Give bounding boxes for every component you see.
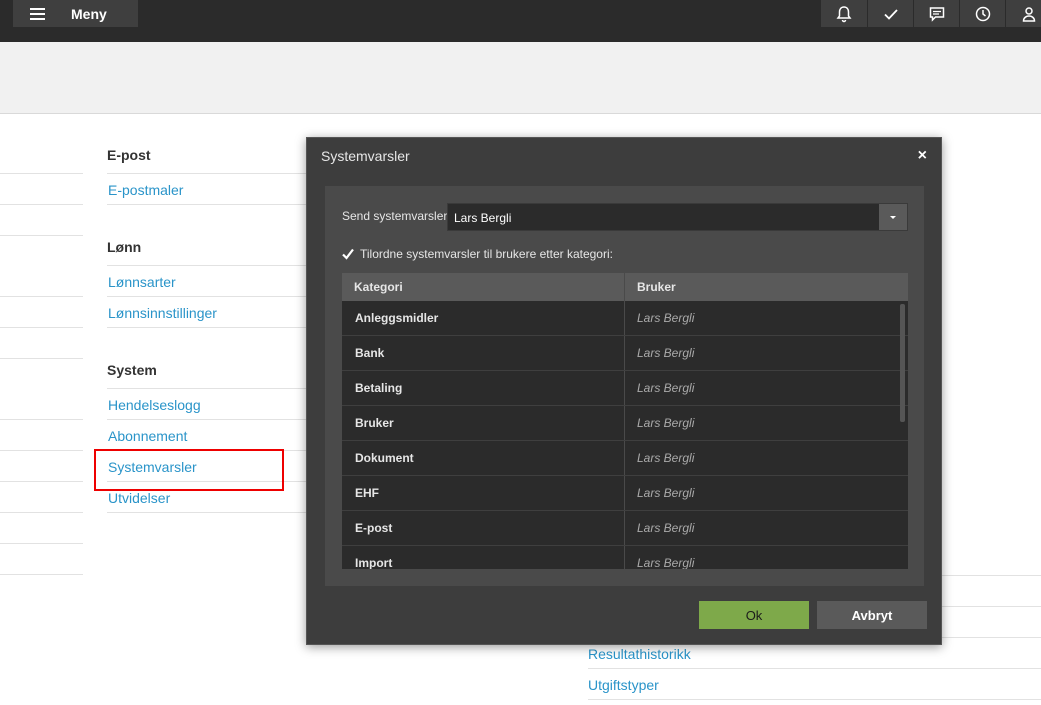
divider: [107, 419, 307, 420]
divider: [0, 419, 83, 420]
row-user[interactable]: Lars Bergli: [625, 336, 908, 370]
send-label: Send systemvarsler: [342, 209, 448, 223]
divider: [107, 173, 307, 174]
row-category: Bruker: [342, 406, 625, 440]
table-row[interactable]: Bruker Lars Bergli: [342, 406, 908, 441]
table-row[interactable]: Betaling Lars Bergli: [342, 371, 908, 406]
row-user[interactable]: Lars Bergli: [625, 301, 908, 335]
top-icon-group: [821, 0, 1041, 27]
highlight-box: [94, 449, 284, 491]
row-user[interactable]: Lars Bergli: [625, 476, 908, 510]
link-lonnsarter[interactable]: Lønnsarter: [108, 274, 176, 290]
row-category: EHF: [342, 476, 625, 510]
divider: [0, 235, 83, 236]
table-row[interactable]: Bank Lars Bergli: [342, 336, 908, 371]
hamburger-icon: [30, 7, 45, 20]
divider: [107, 296, 307, 297]
table-header: Kategori Bruker: [342, 273, 908, 301]
row-category: Anleggsmidler: [342, 301, 625, 335]
link-utgiftstyper[interactable]: Utgiftstyper: [588, 677, 659, 693]
dialog-body: Send systemvarsler Lars Bergli Tilordne …: [325, 186, 924, 586]
top-bar: Meny: [0, 0, 1041, 42]
table-row[interactable]: Import Lars Bergli: [342, 546, 908, 569]
link-lonnsinnstillinger[interactable]: Lønnsinnstillinger: [108, 305, 217, 321]
check-icon[interactable]: [867, 0, 913, 27]
send-select[interactable]: Lars Bergli: [447, 203, 908, 231]
section-title-system: System: [107, 362, 157, 378]
category-table: Kategori Bruker Anleggsmidler Lars Bergli…: [342, 273, 908, 569]
checkbox-checked-icon[interactable]: [342, 248, 354, 260]
chat-icon[interactable]: [913, 0, 959, 27]
link-epostmaler[interactable]: E-postmaler: [108, 182, 183, 198]
row-user[interactable]: Lars Bergli: [625, 371, 908, 405]
section-title-epost: E-post: [107, 147, 151, 163]
menu-button[interactable]: Meny: [13, 0, 138, 27]
row-category: Dokument: [342, 441, 625, 475]
column-header-bruker[interactable]: Bruker: [625, 273, 908, 301]
table-scrollbar[interactable]: [900, 304, 905, 422]
divider: [107, 327, 307, 328]
row-user[interactable]: Lars Bergli: [625, 441, 908, 475]
divider: [0, 543, 83, 544]
column-header-kategori[interactable]: Kategori: [342, 273, 625, 301]
row-category: Import: [342, 546, 625, 569]
row-user[interactable]: Lars Bergli: [625, 511, 908, 545]
divider: [0, 512, 83, 513]
link-abonnement[interactable]: Abonnement: [108, 428, 187, 444]
clock-icon[interactable]: [959, 0, 1005, 27]
user-icon[interactable]: [1005, 0, 1041, 27]
divider: [0, 450, 83, 451]
checkbox-label: Tilordne systemvarsler til brukere etter…: [360, 247, 613, 261]
row-category: E-post: [342, 511, 625, 545]
link-utvidelser[interactable]: Utvidelser: [108, 490, 170, 506]
row-user[interactable]: Lars Bergli: [625, 406, 908, 440]
divider: [0, 481, 83, 482]
link-hendelseslogg[interactable]: Hendelseslogg: [108, 397, 201, 413]
divider: [588, 668, 1041, 669]
table-row[interactable]: EHF Lars Bergli: [342, 476, 908, 511]
header-band: [0, 42, 1041, 114]
row-category: Betaling: [342, 371, 625, 405]
cancel-button[interactable]: Avbryt: [817, 601, 927, 629]
divider: [107, 388, 307, 389]
divider: [0, 204, 83, 205]
divider: [107, 265, 307, 266]
divider: [107, 204, 307, 205]
menu-label: Meny: [71, 5, 107, 22]
bell-icon[interactable]: [821, 0, 867, 27]
divider: [107, 512, 307, 513]
systemvarsler-dialog: Systemvarsler × Send systemvarsler Lars …: [306, 137, 942, 645]
send-select-value: Lars Bergli: [454, 211, 512, 225]
table-row[interactable]: E-post Lars Bergli: [342, 511, 908, 546]
section-title-lonn: Lønn: [107, 239, 142, 255]
table-row[interactable]: Dokument Lars Bergli: [342, 441, 908, 476]
divider: [0, 327, 83, 328]
divider: [588, 699, 1041, 700]
assign-by-category-row: Tilordne systemvarsler til brukere etter…: [342, 247, 613, 261]
divider: [0, 173, 83, 174]
divider: [0, 574, 83, 575]
row-user[interactable]: Lars Bergli: [625, 546, 908, 569]
table-row[interactable]: Anleggsmidler Lars Bergli: [342, 301, 908, 336]
divider: [0, 358, 83, 359]
dialog-title: Systemvarsler: [321, 148, 410, 164]
chevron-down-icon[interactable]: [879, 204, 907, 230]
divider: [0, 296, 83, 297]
ok-button[interactable]: Ok: [699, 601, 809, 629]
row-category: Bank: [342, 336, 625, 370]
link-resultathistorikk[interactable]: Resultathistorikk: [588, 646, 691, 662]
close-icon[interactable]: ×: [918, 147, 927, 165]
